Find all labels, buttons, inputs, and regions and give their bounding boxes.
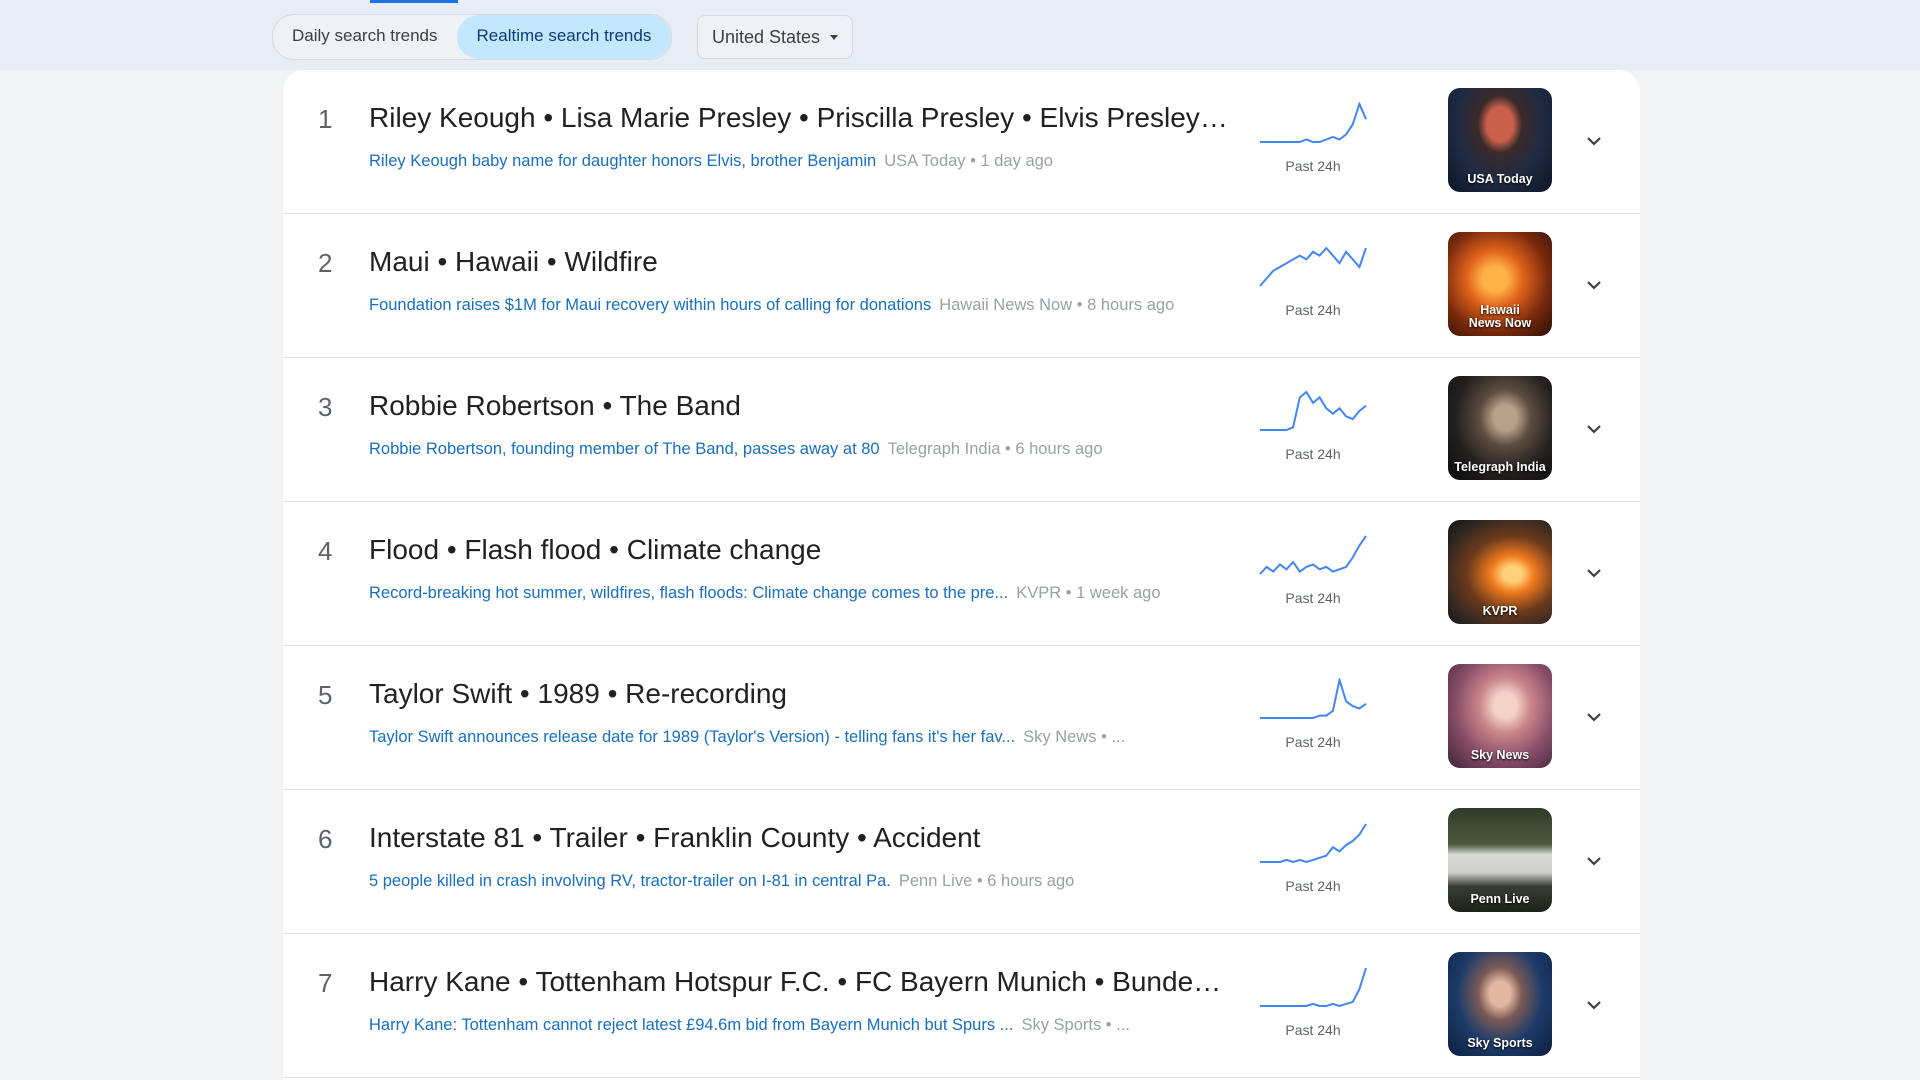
trend-rank: 4 [318,536,333,566]
trend-row[interactable]: 4 Flood • Flash flood • Climate change R… [283,502,1640,646]
trend-type-tabs: Daily search trends Realtime search tren… [272,14,673,60]
trend-sparkline [1260,678,1367,719]
sparkline-period-label: Past 24h [1285,878,1341,894]
news-thumbnail[interactable]: Hawaii News Now [1448,232,1552,336]
trend-story: Record-breaking hot summer, wildfires, f… [369,584,1229,603]
trend-title[interactable]: Maui • Hawaii • Wildfire [369,246,1229,278]
chevron-down-icon[interactable] [1583,994,1605,1016]
sparkline-period-label: Past 24h [1285,446,1341,462]
sparkline-line [1259,535,1367,575]
chevron-down-icon[interactable] [1583,706,1605,728]
sparkline-period-label: Past 24h [1285,302,1341,318]
chevron-down-icon[interactable] [1583,850,1605,872]
story-headline-link[interactable]: Harry Kane: Tottenham cannot reject late… [369,1016,1013,1034]
trend-sparkline [1260,102,1367,143]
thumbnail-source-label: Sky News [1470,748,1530,762]
trend-sparkline [1259,246,1367,287]
story-headline-link[interactable]: Foundation raises $1M for Maui recovery … [369,296,931,314]
chevron-down-icon[interactable] [1583,562,1605,584]
news-thumbnail[interactable]: USA Today [1448,88,1552,192]
thumbnail-source-label: Sky Sports [1467,1036,1533,1050]
country-select[interactable]: United States [697,15,854,59]
trend-story: Foundation raises $1M for Maui recovery … [369,296,1229,315]
chevron-down-icon[interactable] [1583,274,1605,296]
trend-sparkline [1260,390,1367,431]
story-meta: Penn Live • 6 hours ago [898,872,1075,890]
trend-story: Harry Kane: Tottenham cannot reject late… [369,1016,1229,1035]
trend-title[interactable]: Taylor Swift • 1989 • Re-recording [369,678,1229,710]
story-headline-link[interactable]: Robbie Robertson, founding member of The… [369,440,880,458]
trend-row[interactable]: 2 Maui • Hawaii • Wildfire Foundation ra… [283,214,1640,358]
active-nav-indicator [370,0,458,3]
tab-realtime-search-trends[interactable]: Realtime search trends [456,15,672,59]
sparkline-period-label: Past 24h [1285,590,1341,606]
story-headline-link[interactable]: Taylor Swift announces release date for … [369,728,1015,746]
trend-rank: 1 [318,104,333,134]
thumbnail-source-label: Penn Live [1470,892,1530,906]
sparkline-line [1260,390,1367,431]
trend-title[interactable]: Robbie Robertson • The Band [369,390,1229,422]
trend-rank: 3 [318,392,333,422]
sparkline-line [1260,102,1367,143]
trend-story: 5 people killed in crash involving RV, t… [369,872,1229,891]
news-thumbnail[interactable]: Sky News [1448,664,1552,768]
news-thumbnail[interactable]: KVPR [1448,520,1552,624]
trend-sparkline [1260,823,1367,864]
trend-rank: 7 [318,968,333,998]
trend-sparkline [1260,967,1367,1008]
news-thumbnail[interactable]: Sky Sports [1448,952,1552,1056]
trend-sparkline [1259,535,1367,575]
chevron-down-icon[interactable] [1583,130,1605,152]
caret-down-icon [830,34,839,40]
trend-row[interactable]: 3 Robbie Robertson • The Band Robbie Rob… [283,358,1640,502]
trends-list: 1 Riley Keough • Lisa Marie Presley • Pr… [283,70,1640,1080]
trend-title[interactable]: Flood • Flash flood • Climate change [369,534,1229,566]
trend-rank: 2 [318,248,333,278]
sparkline-line [1260,678,1367,719]
trend-title[interactable]: Riley Keough • Lisa Marie Presley • Pris… [369,102,1229,134]
story-meta: Hawaii News Now • 8 hours ago [939,296,1175,314]
sparkline-line [1260,823,1367,864]
trend-title[interactable]: Harry Kane • Tottenham Hotspur F.C. • FC… [369,966,1229,998]
story-meta: USA Today • 1 day ago [884,152,1053,170]
tab-daily-search-trends[interactable]: Daily search trends [273,15,457,59]
sparkline-period-label: Past 24h [1285,158,1341,174]
sparkline-period-label: Past 24h [1285,734,1341,750]
country-select-value: United States [712,26,821,47]
trend-rank: 6 [318,824,333,854]
trend-row[interactable]: 6 Interstate 81 • Trailer • Franklin Cou… [283,790,1640,934]
thumbnail-source-label: KVPR [1482,604,1518,618]
trend-story: Robbie Robertson, founding member of The… [369,440,1229,459]
trend-row[interactable]: 1 Riley Keough • Lisa Marie Presley • Pr… [283,70,1640,214]
news-thumbnail[interactable]: Telegraph India [1448,376,1552,480]
thumbnail-source-label: USA Today [1467,172,1533,186]
story-headline-link[interactable]: Riley Keough baby name for daughter hono… [369,152,876,170]
sparkline-line [1260,967,1367,1008]
chevron-down-icon[interactable] [1583,418,1605,440]
story-headline-link[interactable]: Record-breaking hot summer, wildfires, f… [369,584,1008,602]
trend-story: Riley Keough baby name for daughter hono… [369,152,1229,171]
story-meta: Sky Sports • ... [1021,1016,1130,1034]
story-meta: Telegraph India • 6 hours ago [887,440,1103,458]
thumbnail-source-label: Telegraph India [1454,460,1546,474]
thumbnail-source-label: Hawaii News Now [1468,303,1532,330]
trend-row[interactable]: 5 Taylor Swift • 1989 • Re-recording Tay… [283,646,1640,790]
trend-title[interactable]: Interstate 81 • Trailer • Franklin Count… [369,822,1229,854]
sparkline-line [1259,246,1367,287]
story-headline-link[interactable]: 5 people killed in crash involving RV, t… [369,872,891,890]
news-thumbnail[interactable]: Penn Live [1448,808,1552,912]
trend-rank: 5 [318,680,333,710]
story-meta: KVPR • 1 week ago [1016,584,1161,602]
trend-row[interactable]: 7 Harry Kane • Tottenham Hotspur F.C. • … [283,934,1640,1078]
story-meta: Sky News • ... [1023,728,1126,746]
sparkline-period-label: Past 24h [1285,1022,1341,1038]
trend-story: Taylor Swift announces release date for … [369,728,1229,747]
